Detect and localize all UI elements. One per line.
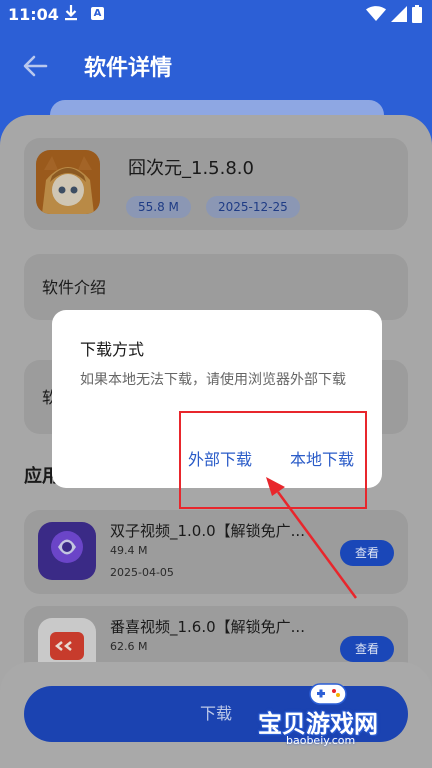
app-notification-icon: A bbox=[91, 7, 104, 20]
intro-label: 软件介绍 bbox=[42, 278, 107, 297]
status-time: 11:04 bbox=[8, 5, 59, 24]
list-item-name: 双子视频_1.0.0【解锁免广... bbox=[110, 522, 305, 540]
dialog-message: 如果本地无法下载，请使用浏览器外部下载 bbox=[80, 372, 346, 388]
app-icon bbox=[38, 522, 96, 580]
page-title: 软件详情 bbox=[84, 56, 173, 81]
list-item-name: 番喜视频_1.6.0【解锁免广... bbox=[110, 618, 305, 636]
status-bar: 11:04 A bbox=[0, 0, 432, 32]
app-date-badge: 2025-12-25 bbox=[206, 196, 300, 218]
battery-icon bbox=[412, 5, 422, 23]
view-button[interactable]: 查看 bbox=[340, 540, 394, 566]
app-name: 囧次元_1.5.8.0 bbox=[128, 158, 254, 179]
download-icon bbox=[65, 5, 77, 21]
wifi-icon bbox=[366, 6, 386, 21]
watermark-domain: baobeiy.com bbox=[286, 734, 356, 747]
watermark-logo: 宝贝游戏网 baobeiy.com bbox=[252, 678, 402, 750]
list-item-date: 2025-04-05 bbox=[110, 566, 174, 579]
app-size-badge: 55.8 M bbox=[126, 196, 191, 218]
list-item[interactable]: 双子视频_1.0.0【解锁免广... 49.4 M 2025-04-05 查看 bbox=[24, 510, 408, 594]
signal-icon bbox=[391, 6, 407, 22]
list-item-size: 62.6 M bbox=[110, 640, 148, 653]
back-arrow-icon[interactable] bbox=[20, 52, 52, 80]
dialog-title: 下载方式 bbox=[80, 340, 145, 359]
annotation-highlight-box bbox=[179, 411, 367, 509]
app-info-card: 囧次元_1.5.8.0 55.8 M 2025-12-25 bbox=[24, 138, 408, 230]
view-button[interactable]: 查看 bbox=[340, 636, 394, 662]
list-item-size: 49.4 M bbox=[110, 544, 148, 557]
app-icon bbox=[36, 150, 100, 214]
